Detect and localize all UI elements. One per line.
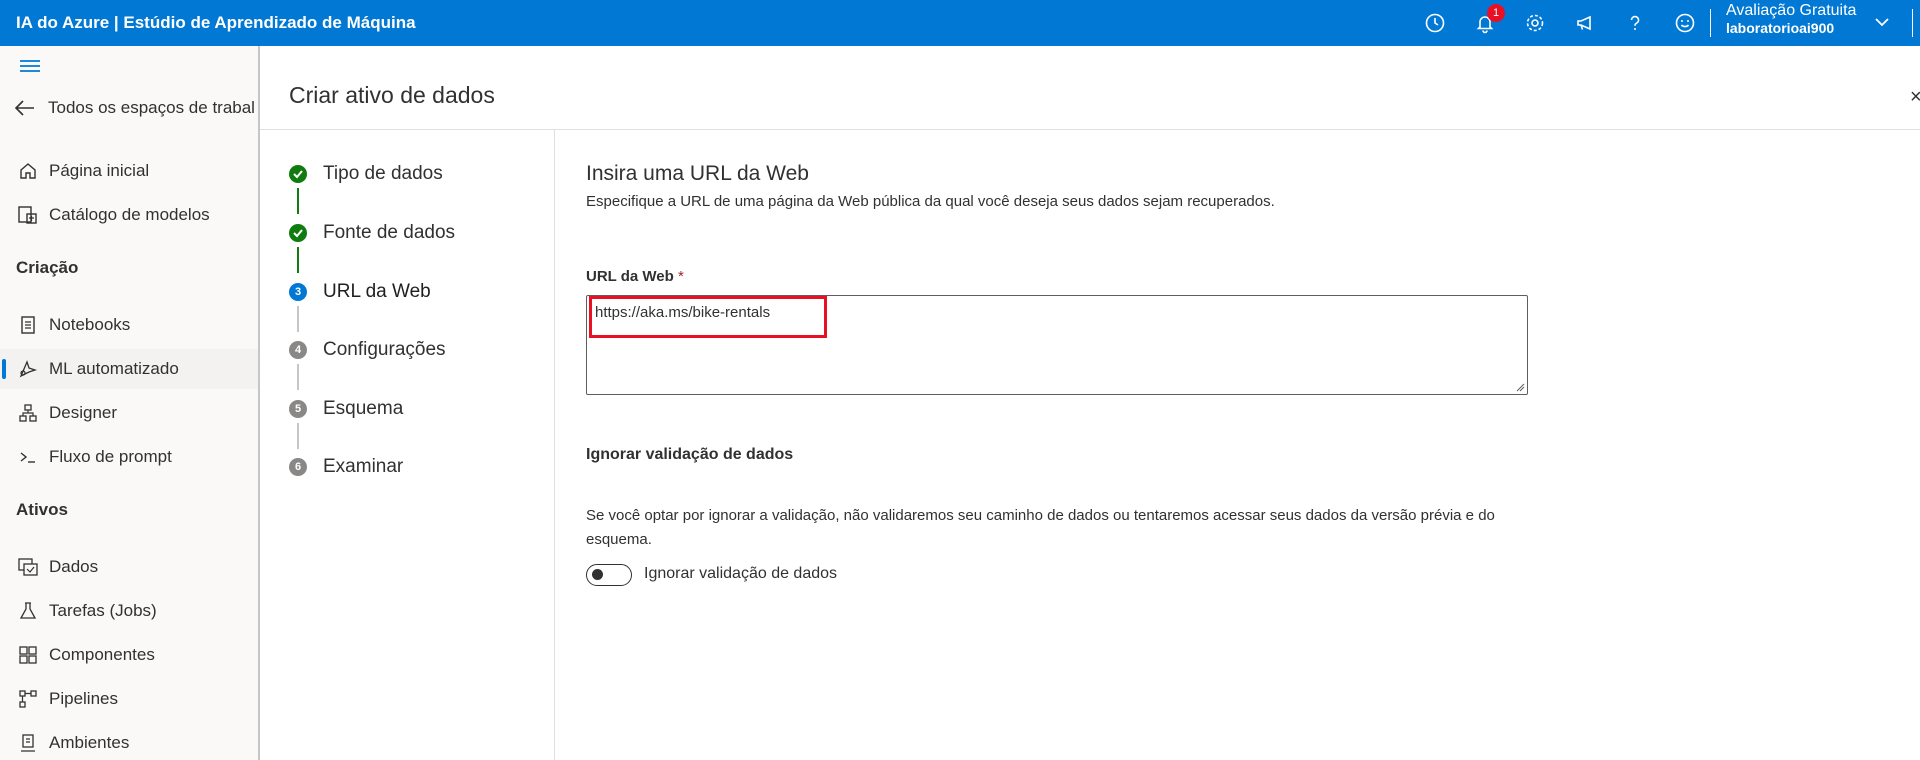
app-title[interactable]: IA do Azure | Estúdio de Aprendizado de … <box>16 13 416 33</box>
required-marker: * <box>677 268 684 285</box>
step-label: Configurações <box>323 339 446 360</box>
sidebar-section-assets: Ativos <box>16 500 68 519</box>
sidebar-item-label: Notebooks <box>49 315 131 334</box>
prompt-flow-icon <box>17 446 39 468</box>
sidebar-item-label: Componentes <box>49 645 155 664</box>
step-label: Tipo de dados <box>323 163 443 184</box>
step-connector <box>297 423 299 449</box>
back-to-workspaces-link[interactable]: Todos os espaços de trabal <box>14 98 255 118</box>
sidebar-section-creation: Criação <box>16 258 79 277</box>
sidebar-item-components[interactable]: Componentes <box>0 635 258 675</box>
url-label-text: URL da Web <box>586 268 674 285</box>
sidebar-item-data[interactable]: Dados <box>0 547 258 587</box>
sidebar-item-jobs[interactable]: Tarefas (Jobs) <box>0 591 258 631</box>
step-number: 6 <box>289 458 307 476</box>
panel-title: Criar ativo de dados <box>289 82 495 108</box>
data-icon <box>17 556 39 578</box>
arrow-left-icon <box>14 100 34 116</box>
step-number: 5 <box>289 400 307 418</box>
step-connector <box>297 364 299 390</box>
account-menu[interactable]: Avaliação Gratuita laboratorioai900 <box>1726 1 1856 37</box>
automl-icon <box>17 358 39 380</box>
smiley-icon[interactable] <box>1660 0 1710 46</box>
top-bar: IA do Azure | Estúdio de Aprendizado de … <box>0 0 1920 46</box>
sidebar-item-label: Pipelines <box>49 689 118 708</box>
notification-badge: 1 <box>1487 4 1505 22</box>
panel-divider <box>260 129 1920 130</box>
sidebar-item-label: Tarefas (Jobs) <box>49 601 157 620</box>
step-connector <box>297 306 299 332</box>
steps-divider <box>554 130 555 760</box>
step-number: 3 <box>289 283 307 301</box>
form-title: Insira uma URL da Web <box>586 162 809 185</box>
sidebar-item-label: ML automatizado <box>49 359 179 378</box>
checkmark-icon <box>289 224 307 242</box>
step-label: Esquema <box>323 398 404 419</box>
ignore-validation-description: Se você optar por ignorar a validação, n… <box>586 507 1495 548</box>
step-review[interactable]: 6 Examinar <box>289 456 403 478</box>
highlight-annotation <box>589 296 827 338</box>
step-schema[interactable]: 5 Esquema <box>289 398 403 420</box>
step-number: 4 <box>289 341 307 359</box>
toggle-knob <box>592 569 603 580</box>
history-icon[interactable] <box>1410 0 1460 46</box>
header-divider <box>1912 9 1913 37</box>
components-icon <box>17 644 39 666</box>
sidebar-item-label: Página inicial <box>49 161 150 180</box>
step-settings[interactable]: 4 Configurações <box>289 339 446 361</box>
environments-icon <box>17 732 39 754</box>
account-plan: Avaliação Gratuita <box>1726 2 1857 19</box>
sidebar-item-home[interactable]: Página inicial <box>0 151 258 191</box>
flask-icon <box>17 600 39 622</box>
sidebar-item-notebooks[interactable]: Notebooks <box>0 305 258 345</box>
checkmark-icon <box>289 165 307 183</box>
bell-icon[interactable]: 1 <box>1460 0 1510 46</box>
close-icon[interactable]: × <box>1910 86 1920 109</box>
pipelines-icon <box>17 688 39 710</box>
active-indicator <box>2 359 6 379</box>
top-icon-group: 1 <box>1410 0 1710 46</box>
sidebar-item-designer[interactable]: Designer <box>0 393 258 433</box>
sidebar-item-label: Fluxo de prompt <box>49 447 172 466</box>
sidebar-item-label: Ambientes <box>49 733 130 752</box>
ignore-validation-title: Ignorar validação de dados <box>586 446 794 463</box>
resize-grip-icon[interactable] <box>1515 382 1525 392</box>
designer-icon <box>17 402 39 424</box>
left-navigation: Todos os espaços de trabal Página inicia… <box>0 46 258 760</box>
back-label: Todos os espaços de trabal <box>48 98 255 117</box>
step-label: Examinar <box>323 456 404 477</box>
toggle-label: Ignorar validação de dados <box>644 565 838 582</box>
step-data-source[interactable]: Fonte de dados <box>289 222 455 244</box>
model-catalog-icon <box>17 204 39 226</box>
settings-icon[interactable] <box>1510 0 1560 46</box>
sidebar-item-label: Catálogo de modelos <box>49 205 210 224</box>
form-description: Especifique a URL de uma página da Web p… <box>586 193 1275 210</box>
chevron-down-icon[interactable] <box>1872 12 1892 37</box>
header-divider <box>1710 9 1711 37</box>
step-connector <box>297 188 299 214</box>
sidebar-item-automl[interactable]: ML automatizado <box>0 349 258 389</box>
step-connector <box>297 247 299 273</box>
sidebar-item-label: Dados <box>49 557 99 576</box>
notebook-icon <box>17 314 39 336</box>
sidebar-item-prompt-flow[interactable]: Fluxo de prompt <box>0 437 258 477</box>
sidebar-item-pipelines[interactable]: Pipelines <box>0 679 258 719</box>
sidebar-item-model-catalog[interactable]: Catálogo de modelos <box>0 195 258 235</box>
create-data-asset-panel: Criar ativo de dados × Tipo de dados Fon… <box>260 46 1920 760</box>
step-label: Fonte de dados <box>323 222 456 243</box>
ignore-validation-toggle[interactable] <box>586 564 632 586</box>
sidebar-item-label: Designer <box>49 403 118 422</box>
url-field-label: URL da Web * <box>586 268 684 285</box>
feedback-megaphone-icon[interactable] <box>1560 0 1610 46</box>
step-web-url[interactable]: 3 URL da Web <box>289 281 431 303</box>
home-icon <box>17 160 39 182</box>
hamburger-menu-icon[interactable] <box>18 56 42 81</box>
step-label: URL da Web <box>323 281 431 302</box>
step-data-type[interactable]: Tipo de dados <box>289 163 443 185</box>
account-user: laboratorioai900 <box>1726 20 1835 37</box>
sidebar-item-environments[interactable]: Ambientes <box>0 723 258 760</box>
help-icon[interactable] <box>1610 0 1660 46</box>
